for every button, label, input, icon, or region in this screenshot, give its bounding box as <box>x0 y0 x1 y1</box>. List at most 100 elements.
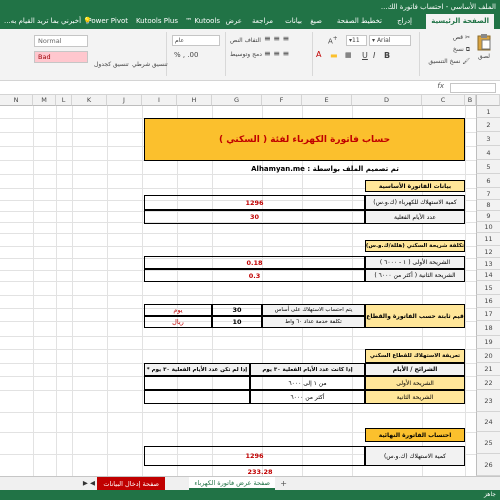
select-all-corner[interactable] <box>476 95 500 106</box>
designer-label[interactable]: تم تصميم الملف بواسطة : Alhamyan.me <box>240 163 410 174</box>
tier-cost-header[interactable]: تكلفة شريحة السكني (هللة/ك.و.س) <box>365 240 465 252</box>
service-fee-value[interactable]: 10 <box>212 316 262 328</box>
wrap-text-button[interactable]: التفاف النص <box>230 37 261 44</box>
tab-home[interactable]: الصفحة الرئيسية <box>426 14 494 29</box>
sheet-tab-bill-view[interactable]: صفحة عرض فاتورة الكهرباء <box>189 477 275 490</box>
style-bad[interactable]: Bad <box>34 51 88 63</box>
tier2-label[interactable]: الشريحة الثانية ( أكثر من ٦٠٠٠ ) <box>365 269 465 282</box>
tariff-row1-range[interactable]: من ١ إلى ٦٠٠٠ <box>250 376 365 390</box>
align-center-icon[interactable]: ≡ ≡ ≡ <box>264 49 289 58</box>
sheet-tab-data-entry[interactable]: صفحة إدخال البيانات <box>97 477 165 490</box>
align-top-icon[interactable]: ≡ ≡ ≡ <box>264 34 289 43</box>
tariff-col-tiers[interactable]: الشرائح / الأيام <box>365 363 465 376</box>
column-header[interactable]: N <box>0 95 33 106</box>
final-consumption-value[interactable]: 1296 <box>144 446 365 466</box>
row-header[interactable]: 25 <box>476 432 500 454</box>
row-header[interactable]: 17 <box>476 308 500 321</box>
row-header[interactable]: 1 <box>476 106 500 118</box>
basic-data-header[interactable]: بيانات الفاتورة الأساسية <box>365 180 465 192</box>
final-bill-header[interactable]: احتساب الفاتورة النهائية <box>365 428 465 442</box>
merge-center-button[interactable]: دمج وتوسيط <box>230 51 262 58</box>
column-header[interactable]: I <box>142 95 177 106</box>
row-header[interactable]: 13 <box>476 258 500 270</box>
row-header[interactable]: 18 <box>476 321 500 336</box>
tier2-value[interactable]: 0.3 <box>144 269 365 282</box>
tab-kutools-plus[interactable]: Kutools Plus <box>136 14 178 29</box>
add-sheet-button[interactable]: + <box>275 477 292 490</box>
fill-color-icon[interactable]: ▬ <box>330 51 338 60</box>
row-header[interactable]: 24 <box>476 412 500 432</box>
column-header[interactable]: G <box>212 95 262 106</box>
name-box[interactable] <box>450 83 496 93</box>
sheet-title[interactable]: حساب فاتورة الكهرباء لفئة ( السكني ) <box>144 118 465 161</box>
tab-review[interactable]: مراجعة <box>252 14 273 29</box>
calc-basis-unit[interactable]: يوم <box>144 304 212 316</box>
column-header[interactable]: K <box>72 95 107 106</box>
row-header[interactable]: 26 <box>476 454 500 476</box>
tell-me-search[interactable]: 💡 أخبرني بما تريد القيام به... <box>4 14 92 29</box>
format-table-button[interactable]: تنسيق كجدول <box>94 61 129 68</box>
worksheet-grid[interactable]: حساب فاتورة الكهرباء لفئة ( السكني ) تم … <box>0 106 476 476</box>
tariff-row1-label[interactable]: الشريحة الأولى <box>365 376 465 390</box>
tab-power-pivot[interactable]: Power Pivot <box>87 14 128 29</box>
tariff-row2-range[interactable]: أكثر من ٦٠٠٠ <box>250 390 365 404</box>
row-header[interactable]: 23 <box>476 390 500 412</box>
tab-kutools[interactable]: Kutools ™ <box>185 14 220 29</box>
tariff-col-not30[interactable]: إذا لم تكن عدد الأيام الفعلية ٣٠ يوم * <box>144 363 250 376</box>
column-header[interactable]: F <box>262 95 302 106</box>
row-header[interactable]: 14 <box>476 270 500 281</box>
tariff-row2-extra[interactable] <box>144 390 250 404</box>
row-header[interactable]: 8 <box>476 200 500 211</box>
column-header[interactable]: E <box>302 95 352 106</box>
tab-data[interactable]: بيانات <box>285 14 302 29</box>
borders-icon[interactable]: ▦ <box>345 51 352 59</box>
format-painter-button[interactable]: 🖌 نسخ التنسيق <box>428 58 470 65</box>
tab-view[interactable]: عرض <box>225 14 242 29</box>
row-header[interactable]: 15 <box>476 281 500 295</box>
column-header[interactable]: J <box>107 95 142 106</box>
column-header[interactable]: D <box>352 95 422 106</box>
row-header[interactable]: 20 <box>476 349 500 363</box>
row-header[interactable]: 3 <box>476 132 500 146</box>
font-name-box[interactable]: ▾ Arial <box>369 35 411 46</box>
row-header[interactable]: 21 <box>476 363 500 376</box>
row-header[interactable]: 9 <box>476 211 500 222</box>
partial-value[interactable]: 233.28 <box>230 468 290 476</box>
final-consumption-label[interactable]: كمية الاستهلاك (ك.و.س) <box>365 446 465 466</box>
formula-bar[interactable]: fx <box>0 81 500 95</box>
row-header[interactable]: 22 <box>476 376 500 390</box>
row-header[interactable]: 11 <box>476 233 500 246</box>
tariff-header[interactable]: تعريفة الاستهلاك للقطاع السكني <box>365 349 465 363</box>
consumption-value[interactable]: 1296 <box>144 195 365 210</box>
service-fee-label[interactable]: تكلفة خدمة عداد ٦٠ واط <box>262 316 365 328</box>
tier1-label[interactable]: الشريحة الأولى ( ١ - ٦٠٠٠ ) <box>365 256 465 269</box>
column-header[interactable]: B <box>465 95 476 106</box>
tariff-col-30[interactable]: إذا كانت عدد الأيام الفعلية ٣٠ يوم <box>250 363 365 376</box>
copy-button[interactable]: ⧉ نسخ <box>453 46 470 54</box>
column-header[interactable]: C <box>422 95 465 106</box>
consumption-label[interactable]: كمية الاستهلاك للكهرباء (ك.و.س) <box>365 195 465 210</box>
row-header[interactable]: 4 <box>476 146 500 160</box>
tier1-value[interactable]: 0.18 <box>144 256 365 269</box>
row-header[interactable]: 5 <box>476 160 500 174</box>
underline-icon[interactable]: U <box>362 51 368 60</box>
grow-font-icon[interactable]: A+ <box>328 36 338 45</box>
tariff-row1-extra[interactable] <box>144 376 250 390</box>
bold-icon[interactable]: B <box>384 51 390 60</box>
paste-button[interactable]: لصق <box>474 33 494 63</box>
calc-basis-label[interactable]: يتم احتساب الاستهلاك على أساس <box>262 304 365 316</box>
cut-button[interactable]: ✂ قص <box>453 34 470 41</box>
conditional-format-button[interactable]: تنسيق شرطي <box>132 61 168 68</box>
days-value[interactable]: 30 <box>144 210 365 224</box>
tab-formulas[interactable]: صيغ <box>310 14 322 29</box>
italic-icon[interactable]: I <box>373 51 375 60</box>
percent-icon[interactable]: % , .00 <box>174 51 198 59</box>
row-header[interactable]: 2 <box>476 118 500 132</box>
row-header[interactable]: 12 <box>476 246 500 258</box>
row-header[interactable]: 6 <box>476 174 500 188</box>
number-format-box[interactable]: عام <box>172 35 220 46</box>
font-size-box[interactable]: ▾11 <box>346 35 367 46</box>
column-header[interactable]: L <box>56 95 72 106</box>
font-color-icon[interactable]: A <box>316 50 321 59</box>
column-header[interactable]: M <box>33 95 56 106</box>
